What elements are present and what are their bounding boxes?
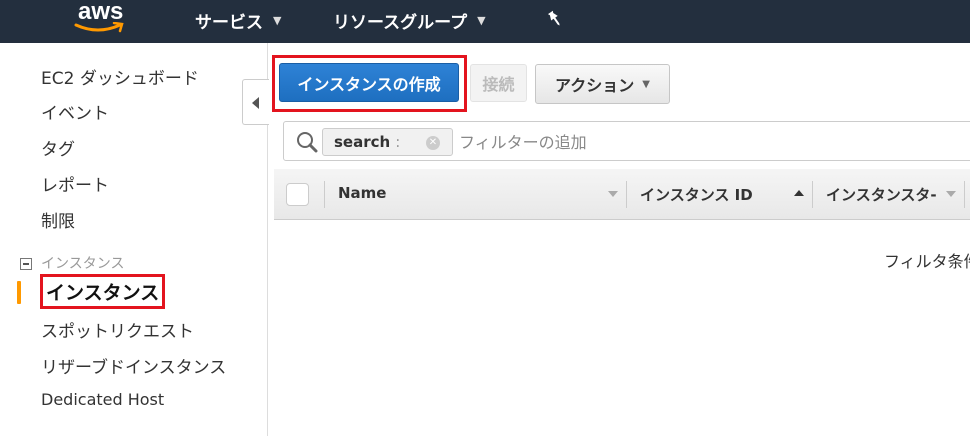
filter-input[interactable] [459, 128, 959, 156]
sidebar-item-limits[interactable]: 制限 [41, 207, 75, 232]
services-menu[interactable]: サービス ▼ [195, 8, 281, 33]
top-nav-bar: aws サービス ▼ リソースグループ ▼ [0, 0, 970, 43]
sidebar: EC2 ダッシュボード イベント タグ レポート 制限 インスタンス インスタン… [0, 43, 268, 436]
sidebar-item-dashboard[interactable]: EC2 ダッシュボード [41, 64, 199, 89]
resource-groups-menu[interactable]: リソースグループ ▼ [333, 8, 486, 33]
search-icon [297, 132, 318, 153]
actions-label: アクション [555, 76, 635, 95]
column-instance-id[interactable]: インスタンス ID [640, 184, 753, 205]
column-divider [324, 181, 325, 208]
aws-logo[interactable]: aws [70, 0, 130, 38]
sidebar-item-reserved-instances[interactable]: リザーブドインスタンス [41, 353, 226, 378]
select-all-checkbox[interactable] [286, 183, 309, 206]
sidebar-item-spot-requests[interactable]: スポットリクエスト [41, 317, 194, 342]
pin-icon[interactable] [546, 10, 564, 28]
close-icon[interactable]: ✕ [426, 136, 440, 150]
sidebar-collapse-toggle[interactable] [242, 79, 269, 125]
empty-table-message: フィルタ条件 [884, 252, 970, 271]
column-divider [964, 181, 965, 208]
sidebar-item-reports[interactable]: レポート [41, 171, 109, 196]
sidebar-item-instances[interactable]: インスタンス [40, 274, 166, 309]
sidebar-item-tags[interactable]: タグ [41, 135, 75, 160]
sort-ascending-icon[interactable] [794, 190, 804, 196]
connect-button[interactable]: 接続 [470, 64, 527, 102]
sidebar-item-events[interactable]: イベント [41, 99, 109, 124]
sidebar-item-dedicated-host[interactable]: Dedicated Host [41, 390, 164, 409]
smile-arrow-icon [74, 22, 124, 33]
actions-dropdown-button[interactable]: アクション ▼ [535, 64, 670, 104]
collapse-icon[interactable] [20, 258, 32, 270]
services-menu-label: サービス [195, 13, 263, 33]
filter-token-separator: : [395, 133, 401, 151]
sort-icon[interactable] [608, 191, 618, 197]
column-name[interactable]: Name [338, 184, 386, 202]
chevron-down-icon: ▼ [642, 78, 650, 90]
sort-icon[interactable] [946, 191, 956, 197]
column-instance-type[interactable]: インスタンスタ- [826, 184, 937, 205]
resource-groups-menu-label: リソースグループ [333, 13, 468, 33]
filter-bar[interactable]: search : ✕ [283, 121, 970, 161]
active-indicator [17, 281, 21, 304]
chevron-down-icon: ▼ [477, 14, 486, 27]
table-header: Name インスタンス ID インスタンスタ- [274, 169, 970, 220]
filter-token-key: search [334, 133, 391, 151]
column-divider [626, 181, 627, 208]
create-instance-button[interactable]: インスタンスの作成 [279, 63, 459, 102]
chevron-down-icon: ▼ [273, 14, 282, 27]
column-divider [812, 181, 813, 208]
sidebar-group-instances: インスタンス [41, 256, 125, 272]
filter-token[interactable]: search : ✕ [322, 128, 453, 156]
